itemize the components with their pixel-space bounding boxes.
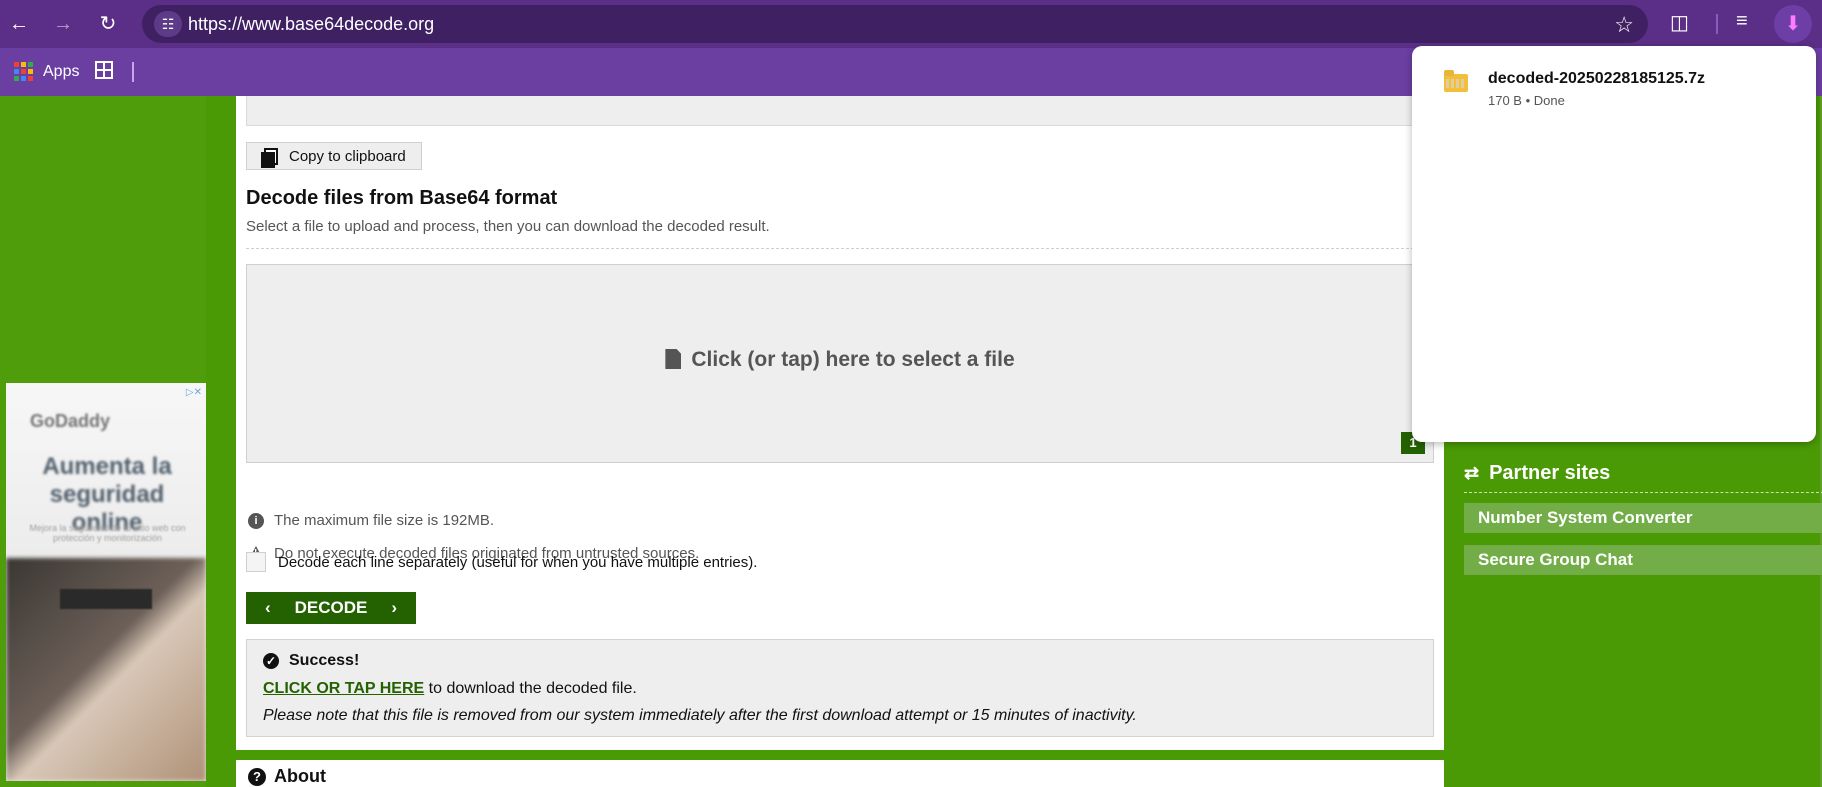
info-icon: i — [248, 512, 264, 529]
left-ad-area: GoDaddy Aumenta la seguridad online Mejo… — [0, 96, 206, 787]
file-removal-note: Please note that this file is removed fr… — [263, 707, 1137, 724]
secure-group-chat-link[interactable]: Secure Group Chat — [1464, 545, 1822, 575]
copy-to-clipboard-button[interactable]: Copy to clipboard — [246, 142, 422, 170]
decode-files-title: Decode files from Base64 format — [246, 187, 558, 209]
browser-toolbar: ← → ↻ ☷ https://www.base64decode.org ☆ ◫… — [0, 0, 1822, 48]
partner-sites-heading: ⇄ Partner sites — [1464, 462, 1610, 485]
max-file-size-text: The maximum file size is 192MB. — [274, 512, 495, 529]
decode-each-line-option[interactable]: Decode each line separately (useful for … — [246, 552, 757, 572]
download-instruction-suffix: to download the decoded file. — [424, 680, 637, 697]
downloads-icon[interactable]: ⬇ — [1774, 5, 1812, 43]
site-info-icon[interactable]: ☷ — [154, 11, 182, 37]
apps-label: Apps — [43, 62, 80, 80]
address-bar-url[interactable]: https://www.base64decode.org — [188, 14, 434, 35]
decode-button[interactable]: ‹ DECODE › — [246, 592, 416, 624]
help-icon: ? — [248, 767, 266, 786]
apps-bookmark[interactable]: Apps — [14, 62, 79, 81]
back-arrow-icon[interactable]: ← — [4, 9, 34, 39]
media-control-icon[interactable]: ≡ — [1736, 10, 1748, 33]
success-heading: ✓ Success! — [263, 652, 359, 670]
decode-each-line-label[interactable]: Decode each line separately (useful for … — [278, 554, 757, 571]
about-heading: ? About — [248, 766, 326, 787]
main-content: Copy to clipboard Decode files from Base… — [236, 96, 1444, 787]
apps-grid-icon — [14, 62, 33, 81]
number-system-converter-link[interactable]: Number System Converter — [1464, 503, 1822, 533]
partner-sites-divider — [1464, 492, 1822, 493]
downloads-popup: decoded-20250228185125.7z 170 B • Done — [1412, 46, 1816, 442]
toolbar-separator — [1716, 14, 1718, 34]
shuffle-icon: ⇄ — [1464, 463, 1480, 483]
decode-each-line-checkbox[interactable] — [246, 552, 266, 572]
download-status: 170 B • Done — [1488, 93, 1565, 108]
ad-choice-icon[interactable]: ▷✕ — [186, 387, 202, 398]
download-decoded-file-link[interactable]: CLICK OR TAP HERE — [263, 680, 424, 697]
about-title: About — [274, 766, 326, 786]
ad-logo: GoDaddy — [30, 411, 111, 431]
download-instruction: CLICK OR TAP HERE to download the decode… — [263, 680, 637, 698]
output-box[interactable] — [246, 96, 1434, 126]
partner-sites-title: Partner sites — [1489, 462, 1611, 484]
bookmarks-separator — [132, 62, 134, 82]
archive-folder-icon — [1444, 70, 1468, 92]
extensions-icon[interactable]: ◫ — [1670, 10, 1689, 35]
tab-groups-icon[interactable] — [95, 61, 113, 79]
ad-top-panel: GoDaddy Aumenta la seguridad online Mejo… — [6, 383, 206, 558]
section-divider — [246, 248, 1434, 249]
address-bar[interactable]: ☷ https://www.base64decode.org ☆ — [142, 5, 1648, 43]
decode-button-label: DECODE — [294, 598, 368, 617]
downloaded-filename[interactable]: decoded-20250228185125.7z — [1488, 70, 1705, 88]
file-dropzone[interactable]: Click (or tap) here to select a file 1 — [246, 264, 1434, 463]
forward-arrow-icon[interactable]: → — [48, 9, 78, 39]
chevron-left-icon: ‹ — [264, 598, 271, 617]
success-message: ✓ Success! CLICK OR TAP HERE to download… — [246, 639, 1434, 737]
clipboard-icon — [261, 147, 279, 168]
reload-icon[interactable]: ↻ — [93, 9, 123, 39]
file-select-prompt[interactable]: Click (or tap) here to select a file — [247, 348, 1433, 372]
ad-cta-button[interactable] — [60, 589, 152, 609]
success-title: Success! — [289, 652, 360, 669]
check-circle-icon: ✓ — [263, 653, 279, 669]
decode-files-description: Select a file to upload and process, the… — [246, 218, 770, 235]
ad-description: Mejora la seguridad de tu sitio web con … — [29, 523, 186, 543]
file-icon — [665, 349, 682, 369]
advertisement[interactable]: GoDaddy Aumenta la seguridad online Mejo… — [6, 383, 206, 781]
dropzone-label: Click (or tap) here to select a file — [691, 348, 1015, 371]
chevron-right-icon: › — [391, 598, 398, 617]
max-file-size-note: i The maximum file size is 192MB. — [248, 512, 494, 529]
bookmark-star-icon[interactable]: ☆ — [1614, 12, 1634, 38]
about-section: ? About — [236, 750, 1444, 787]
copy-button-label: Copy to clipboard — [289, 147, 406, 165]
